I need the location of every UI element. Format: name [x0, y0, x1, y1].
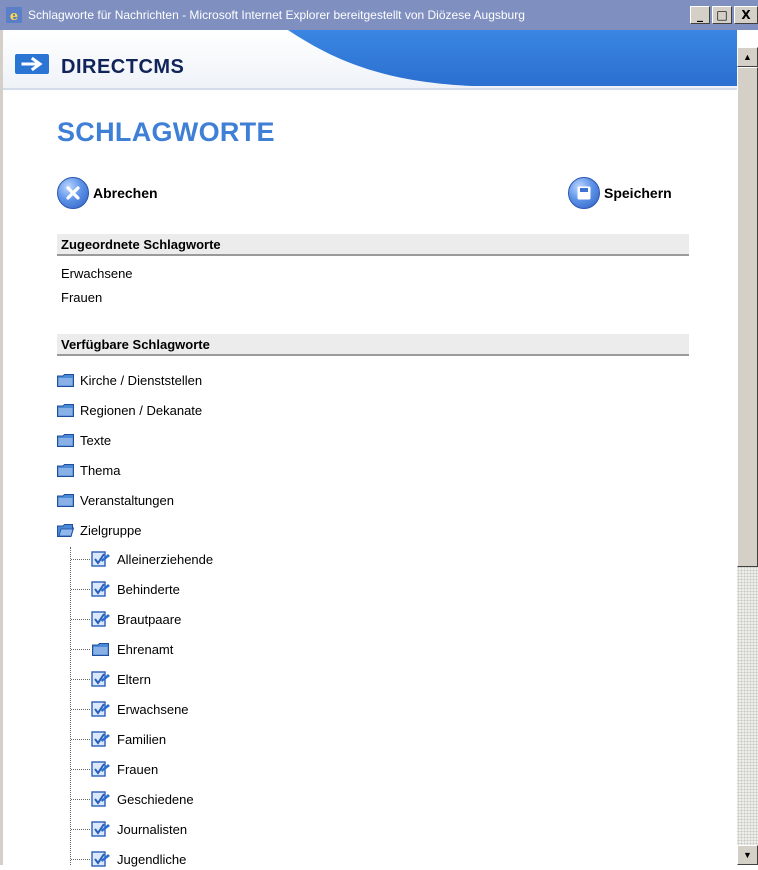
internet-explorer-icon: e	[6, 7, 22, 23]
tree-tag-item[interactable]: Frauen	[91, 758, 158, 780]
available-keywords-heading: Verfügbare Schlagworte	[61, 337, 210, 352]
tree-item-label: Journalisten	[117, 821, 188, 837]
save-disk-icon	[568, 177, 600, 209]
tree-connector	[71, 859, 90, 860]
cancel-button[interactable]: Abrechen	[57, 176, 158, 210]
tree-tag-item[interactable]: Alleinerziehende	[91, 548, 213, 570]
cms-header-banner: DIRECTCMS	[3, 30, 737, 90]
tree-folder-label: Veranstaltungen	[80, 492, 174, 508]
keyword-tag-icon	[91, 671, 110, 687]
cancel-label: Abrechen	[93, 185, 158, 201]
folder-icon	[57, 493, 74, 507]
keyword-tag-icon	[91, 611, 110, 627]
tree-folder-label: Kirche / Dienststellen	[80, 372, 203, 388]
tree-connector	[71, 709, 90, 710]
tree-tag-item[interactable]: Eltern	[91, 668, 151, 690]
keyword-tag-icon	[91, 581, 110, 597]
tree-connector	[70, 547, 71, 865]
tree-connector	[71, 769, 90, 770]
keyword-tag-icon	[91, 551, 110, 567]
tree-connector	[71, 799, 90, 800]
tree-item-label: Eltern	[117, 671, 151, 687]
assigned-keywords-heading: Zugeordnete Schlagworte	[61, 237, 221, 252]
assigned-keywords-header: Zugeordnete Schlagworte	[57, 234, 689, 256]
save-label: Speichern	[604, 185, 672, 201]
tree-tag-item[interactable]: Jugendliche	[91, 848, 186, 870]
maximize-button[interactable]: □	[712, 6, 732, 24]
tree-connector	[71, 619, 90, 620]
tree-connector	[71, 829, 90, 830]
tree-folder-label: Texte	[80, 432, 112, 448]
tree-tag-item[interactable]: Behinderte	[91, 578, 180, 600]
assigned-keyword-item: Erwachsene	[61, 266, 133, 281]
save-button[interactable]: Speichern	[568, 176, 672, 210]
tree-item-label: Brautpaare	[117, 611, 182, 627]
tree-tag-item[interactable]: Journalisten	[91, 818, 187, 840]
tree-item-label: Familien	[117, 731, 167, 747]
tree-connector	[71, 679, 90, 680]
keyword-tag-icon	[91, 851, 110, 867]
minimize-button[interactable]: _	[690, 6, 710, 24]
folder-icon	[57, 433, 74, 447]
tree-folder-zielgruppe[interactable]: Zielgruppe	[57, 519, 141, 541]
tree-tag-item[interactable]: Brautpaare	[91, 608, 181, 630]
scroll-down-button[interactable]: ▼	[737, 845, 758, 865]
window-titlebar[interactable]: e Schlagworte für Nachrichten - Microsof…	[0, 0, 758, 30]
tree-tag-item[interactable]: Familien	[91, 728, 166, 750]
available-keywords-header: Verfügbare Schlagworte	[57, 334, 689, 356]
tree-folder-label: Thema	[80, 462, 121, 478]
tree-connector	[71, 649, 90, 650]
logo-text: DIRECTCMS	[61, 56, 185, 78]
tree-folder-regionen[interactable]: Regionen / Dekanate	[57, 399, 202, 421]
close-button[interactable]: X	[734, 6, 758, 24]
page-title: SCHLAGWORTE	[57, 117, 275, 147]
tree-item-label: Alleinerziehende	[117, 551, 214, 567]
tree-connector	[71, 559, 90, 560]
tree-connector	[71, 589, 90, 590]
folder-icon	[57, 463, 74, 477]
folder-icon	[57, 403, 74, 417]
keyword-tag-icon	[91, 761, 110, 777]
window-title: Schlagworte für Nachrichten - Microsoft …	[28, 8, 525, 22]
browser-window: e Schlagworte für Nachrichten - Microsof…	[0, 0, 758, 867]
tree-tag-item[interactable]: Geschiedene	[91, 788, 194, 810]
scroll-thumb[interactable]	[737, 67, 758, 567]
folder-icon	[57, 373, 74, 387]
scroll-up-button[interactable]: ▲	[737, 47, 758, 67]
open-folder-icon	[57, 523, 74, 537]
tree-item-label: Ehrenamt	[117, 641, 174, 657]
folder-icon	[92, 642, 109, 656]
tree-item-label: Frauen	[117, 761, 159, 777]
tree-connector	[71, 739, 90, 740]
keyword-tag-icon	[91, 731, 110, 747]
tree-folder-texte[interactable]: Texte	[57, 429, 111, 451]
tree-folder-veranstaltungen[interactable]: Veranstaltungen	[57, 489, 174, 511]
keyword-tag-icon	[91, 791, 110, 807]
tree-item-label: Jugendliche	[117, 851, 187, 867]
assigned-keyword-item: Frauen	[61, 290, 103, 305]
tree-folder-label: Regionen / Dekanate	[80, 402, 203, 418]
logo-arrow-icon	[15, 54, 49, 74]
svg-text:e: e	[10, 9, 18, 23]
window-frame	[0, 30, 3, 865]
keyword-tag-icon	[91, 701, 110, 717]
tree-item-label: Geschiedene	[117, 791, 194, 807]
tree-folder-kirche[interactable]: Kirche / Dienststellen	[57, 369, 202, 391]
tree-item-label: Behinderte	[117, 581, 180, 597]
tree-folder-thema[interactable]: Thema	[57, 459, 120, 481]
tree-folder-label: Zielgruppe	[80, 522, 142, 538]
cancel-icon	[57, 177, 89, 209]
vertical-scrollbar[interactable]: ▲ ▼	[737, 47, 758, 865]
tree-item-label: Erwachsene	[117, 701, 189, 717]
keyword-tag-icon	[91, 821, 110, 837]
tree-folder-ehrenamt[interactable]: Ehrenamt	[92, 638, 173, 660]
tree-tag-item[interactable]: Erwachsene	[91, 698, 189, 720]
